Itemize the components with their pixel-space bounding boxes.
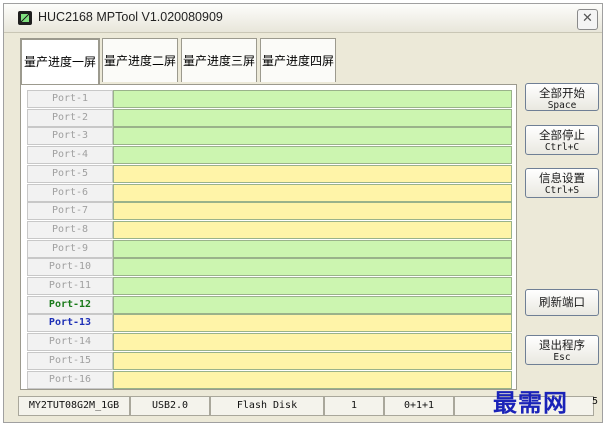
port-progress-bar: [113, 127, 512, 145]
start-all-button[interactable]: 全部开始 Space: [525, 83, 599, 111]
tab-screen-1[interactable]: 量产进度一屏: [20, 38, 100, 86]
tab-label: 量产进度二屏: [103, 54, 176, 68]
tab-screen-4[interactable]: 量产进度四屏: [260, 38, 336, 82]
button-label: 退出程序: [539, 338, 585, 352]
tab-screen-2[interactable]: 量产进度二屏: [102, 38, 178, 82]
port-progress-bar: [113, 109, 512, 127]
port-label: Port-11: [27, 277, 113, 295]
status-summary: 0+1+1: [384, 396, 454, 416]
stop-all-button[interactable]: 全部停止 Ctrl+C: [525, 125, 599, 155]
port-label: Port-1: [27, 90, 113, 108]
button-label: 刷新端口: [539, 295, 585, 309]
tab-label: 量产进度三屏: [182, 54, 255, 68]
port-progress-bar: [113, 240, 512, 258]
port-progress-bar: [113, 277, 512, 295]
button-shortcut: Space: [547, 100, 577, 111]
button-label: 信息设置: [539, 171, 585, 185]
watermark-text: 最需网: [493, 388, 568, 417]
window-title: HUC2168 MPTool V1.020080909: [38, 10, 223, 24]
port-label: Port-4: [27, 146, 113, 164]
port-label: Port-14: [27, 333, 113, 351]
port-progress-bar: [113, 296, 512, 314]
button-shortcut: Ctrl+S: [544, 185, 580, 196]
port-label: Port-7: [27, 202, 113, 220]
status-edge-value: 5: [592, 396, 599, 407]
tab-screen-3[interactable]: 量产进度三屏: [181, 38, 257, 82]
status-usb-version: USB2.0: [130, 396, 210, 416]
app-window: HUC2168 MPTool V1.020080909 ✕ 量产进度一屏 量产进…: [3, 3, 603, 423]
button-shortcut: Ctrl+C: [544, 142, 580, 153]
port-label: Port-6: [27, 184, 113, 202]
status-device-model: MY2TUT08G2M_1GB: [18, 396, 130, 416]
button-label: 全部开始: [539, 86, 585, 100]
port-label: Port-13: [27, 314, 113, 332]
port-label: Port-3: [27, 127, 113, 145]
info-settings-button[interactable]: 信息设置 Ctrl+S: [525, 168, 599, 198]
close-button[interactable]: ✕: [577, 9, 598, 30]
port-progress-bar: [113, 314, 512, 332]
port-progress-bar: [113, 333, 512, 351]
button-shortcut: Esc: [553, 352, 571, 363]
port-progress-bar: [113, 371, 512, 389]
refresh-ports-button[interactable]: 刷新端口: [525, 289, 599, 316]
port-progress-bar: [113, 202, 512, 220]
port-label: Port-10: [27, 258, 113, 276]
app-logo-icon: [18, 11, 32, 25]
port-label: Port-15: [27, 352, 113, 370]
port-progress-bar: [113, 352, 512, 370]
port-label: Port-12: [27, 296, 113, 314]
port-progress-bar: [113, 90, 512, 108]
status-count: 1: [324, 396, 384, 416]
button-label: 全部停止: [539, 128, 585, 142]
progress-panel: Port-1 Port-2 Port-3 Port-4 Port-5 Port-6 Port…: [20, 84, 517, 390]
port-label: Port-16: [27, 371, 113, 389]
port-progress-bar: [113, 184, 512, 202]
title-bar[interactable]: HUC2168 MPTool V1.020080909 ✕: [4, 4, 602, 33]
port-progress-bar: [113, 146, 512, 164]
port-progress-bar: [113, 221, 512, 239]
tab-label: 量产进度一屏: [23, 55, 96, 69]
port-progress-bar: [113, 165, 512, 183]
port-label: Port-2: [27, 109, 113, 127]
port-progress-bar: [113, 258, 512, 276]
exit-button[interactable]: 退出程序 Esc: [525, 335, 599, 365]
status-device-type: Flash Disk: [210, 396, 324, 416]
port-label: Port-5: [27, 165, 113, 183]
tab-label: 量产进度四屏: [261, 54, 334, 68]
port-label: Port-9: [27, 240, 113, 258]
port-label: Port-8: [27, 221, 113, 239]
